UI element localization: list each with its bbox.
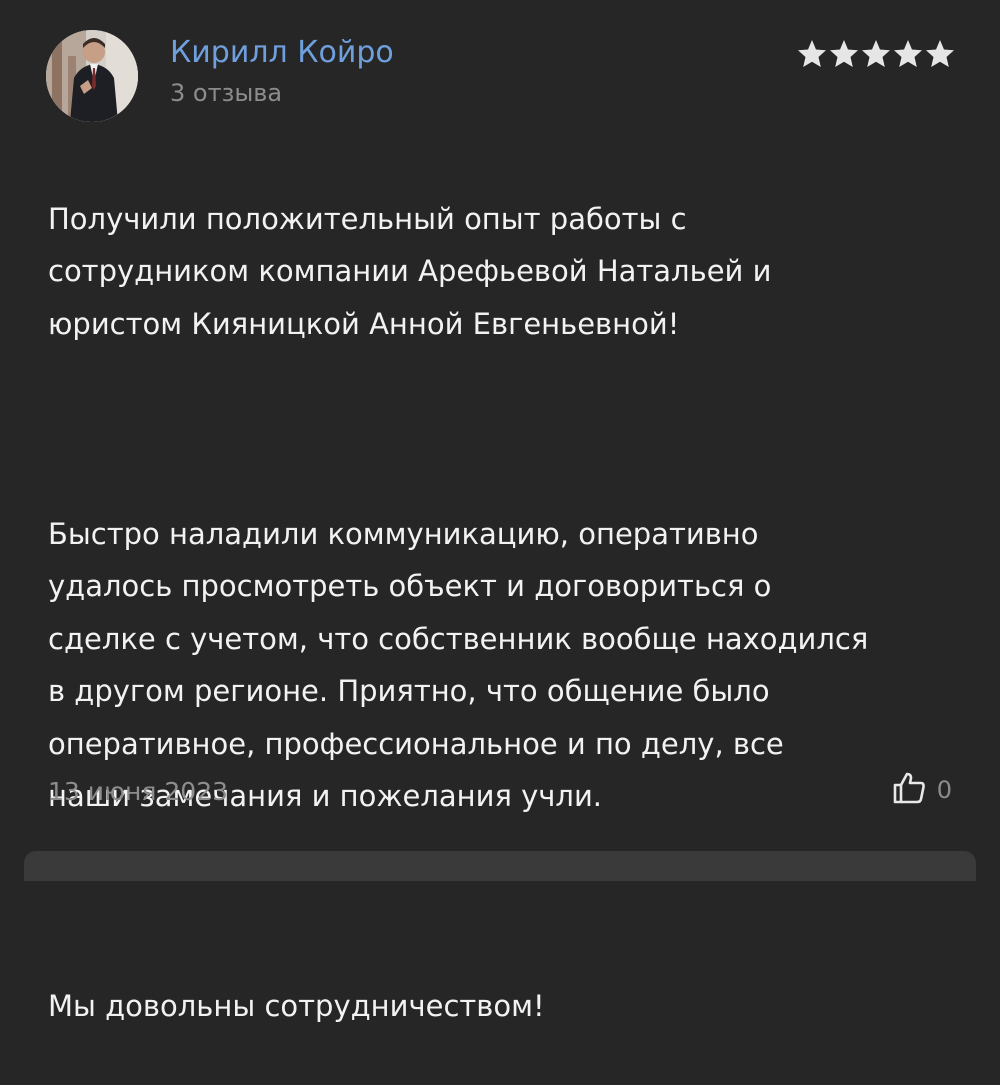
thumbs-up-icon[interactable] xyxy=(891,770,927,810)
like-count: 0 xyxy=(936,776,952,804)
next-card-edge xyxy=(24,851,976,881)
review-paragraph: Мы довольны сотрудничеством! xyxy=(48,989,545,1023)
review-card: Кирилл Койро 3 отзыва Получили положител… xyxy=(0,0,1000,1023)
author-name[interactable]: Кирилл Койро xyxy=(170,34,394,72)
star-icon xyxy=(926,40,954,67)
review-paragraph: Получили положительный опыт работы с сот… xyxy=(48,201,772,341)
author-avatar[interactable] xyxy=(46,30,138,122)
star-icon xyxy=(894,40,922,67)
like-button[interactable]: 0 xyxy=(891,770,952,810)
star-icon xyxy=(798,40,826,67)
review-header: Кирилл Койро 3 отзыва xyxy=(46,30,956,122)
review-date: 13 июня 2023 xyxy=(48,777,229,806)
star-icon xyxy=(862,40,890,67)
star-icon xyxy=(830,40,858,67)
rating-stars xyxy=(796,38,956,70)
avatar-photo xyxy=(46,30,138,122)
review-body: Получили положительный опыт работы с сот… xyxy=(48,140,968,1085)
author-reviews-count: 3 отзыва xyxy=(170,79,283,107)
